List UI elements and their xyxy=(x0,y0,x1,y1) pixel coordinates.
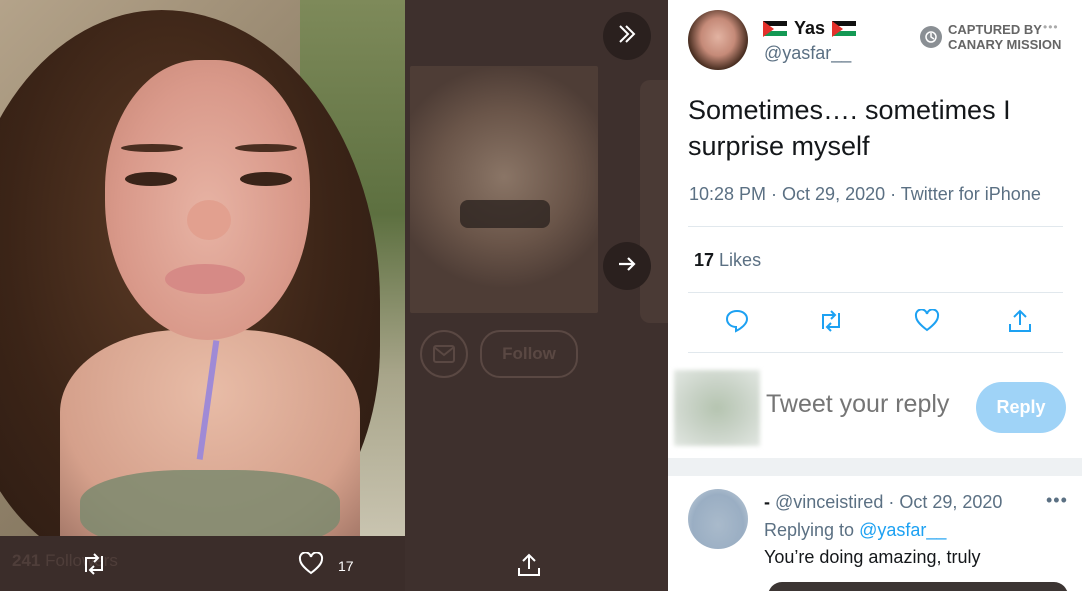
replying-to-link[interactable]: @yasfar__ xyxy=(859,520,946,540)
reply-author-name[interactable]: - xyxy=(764,492,770,512)
collapse-panel-button[interactable] xyxy=(603,12,651,60)
heart-icon xyxy=(914,307,940,338)
media-action-bar: 17 xyxy=(0,540,668,591)
reply-tweet[interactable]: - @vinceistired · Oct 29, 2020 ••• Reply… xyxy=(668,476,1082,591)
replying-to-line: Replying to @yasfar__ xyxy=(764,520,946,541)
background-message-icon xyxy=(420,330,468,378)
author-handle[interactable]: @yasfar__ xyxy=(764,43,851,64)
author-avatar[interactable] xyxy=(688,10,748,70)
photo-eye-left xyxy=(125,172,177,186)
speech-bubble-icon xyxy=(724,308,750,339)
share-upload-icon xyxy=(1007,308,1033,339)
media-like-count: 17 xyxy=(338,557,354,574)
retweet-icon xyxy=(80,552,108,579)
photo-brow-right xyxy=(235,144,297,152)
reply-author-avatar[interactable] xyxy=(688,489,748,549)
reply-input[interactable] xyxy=(766,390,966,419)
background-follow-button: Follow xyxy=(480,330,578,378)
divider xyxy=(688,292,1063,293)
captured-dots: ••• xyxy=(1043,20,1059,34)
background-profile-photo xyxy=(410,66,598,313)
reply-text: You’re doing amazing, truly xyxy=(764,547,981,567)
photo-face xyxy=(105,60,310,340)
tweet-photo[interactable] xyxy=(0,0,405,536)
reply-submit-button[interactable]: Reply xyxy=(976,382,1066,433)
photo-lips xyxy=(165,264,245,294)
replying-to-prefix: Replying to xyxy=(764,520,855,540)
likes-label: Likes xyxy=(719,250,762,270)
share-upload-icon xyxy=(516,552,542,581)
arrow-right-icon xyxy=(615,252,639,281)
palestine-flag-icon xyxy=(832,20,857,37)
divider xyxy=(688,226,1063,227)
heart-icon xyxy=(298,551,324,579)
author-name-row[interactable]: Yas xyxy=(763,18,857,39)
palestine-flag-icon xyxy=(763,20,787,37)
next-media-button[interactable] xyxy=(603,242,651,290)
tweet-timestamp[interactable]: 10:28 PM · Oct 29, 2020 · Twitter for iP… xyxy=(689,184,1041,205)
photo-pillow xyxy=(80,470,340,536)
photo-eye-right xyxy=(240,172,292,186)
reply-button[interactable] xyxy=(720,306,754,340)
media-share-button[interactable] xyxy=(516,552,542,581)
likes-stat[interactable]: 17 Likes xyxy=(694,250,761,271)
double-chevron-right-icon xyxy=(615,22,639,51)
section-gap xyxy=(668,458,1082,476)
reply-media-preview[interactable] xyxy=(768,582,1068,591)
retweet-button[interactable] xyxy=(814,306,848,340)
divider xyxy=(688,352,1063,353)
media-like-button[interactable]: 17 xyxy=(298,551,354,579)
photo-nose xyxy=(187,200,231,240)
captured-by-line2: CANARY MISSION xyxy=(948,37,1062,52)
media-viewer: Follow 241 Followers 17 xyxy=(0,0,668,591)
current-user-avatar xyxy=(674,370,760,446)
likes-count: 17 xyxy=(694,250,715,270)
like-button[interactable] xyxy=(910,306,944,340)
tweet-action-bar xyxy=(688,300,1063,344)
reply-handle-date[interactable]: @vinceistired · Oct 29, 2020 xyxy=(775,492,1002,512)
background-card xyxy=(640,80,668,323)
media-retweet-button[interactable] xyxy=(80,552,108,579)
captured-by-watermark: CAPTURED BY CANARY MISSION xyxy=(920,22,1061,52)
background-photo-detail xyxy=(460,200,550,228)
photo-brow-left xyxy=(121,144,183,152)
retweet-icon xyxy=(817,309,845,338)
tweet-panel: Yas @yasfar__ CAPTURED BY CANARY MISSION… xyxy=(668,0,1082,591)
canary-logo-icon xyxy=(920,26,942,48)
share-button[interactable] xyxy=(1003,306,1037,340)
tweet-card: Yas @yasfar__ CAPTURED BY CANARY MISSION… xyxy=(668,0,1082,458)
reply-more-button[interactable]: ••• xyxy=(1046,490,1068,511)
tweet-text: Sometimes…. sometimes I surprise myself xyxy=(688,95,1011,161)
reply-header: - @vinceistired · Oct 29, 2020 xyxy=(764,492,1002,513)
author-display-name[interactable]: Yas xyxy=(794,18,825,39)
